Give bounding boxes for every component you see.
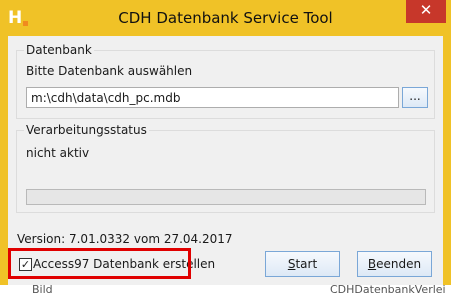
exit-label-rest: eenden [376,257,422,271]
processing-status-group: Verarbeitungsstatus nicht aktiv [16,123,435,213]
start-label-rest: tart [295,257,318,271]
title-bar[interactable]: H CDH Datenbank Service Tool ✕ [0,0,451,38]
progress-bar [26,189,426,205]
exit-button[interactable]: Beenden [357,251,432,277]
browse-button[interactable]: ... [402,87,428,108]
background-item-file: CDHDatenbankVerlei [330,283,446,296]
status-text: nicht aktiv [26,146,90,160]
exit-mnemonic: B [367,257,377,271]
processing-status-legend: Verarbeitungsstatus [24,123,149,137]
start-button[interactable]: Start [265,251,340,277]
close-button[interactable]: ✕ [406,0,446,23]
window-title: CDH Datenbank Service Tool [118,9,333,27]
version-label: Version: 7.01.0332 vom 27.04.2017 [17,232,233,246]
database-path-input[interactable] [26,87,399,108]
database-group: Datenbank Bitte Datenbank auswählen ... [16,43,435,119]
checkbox-highlight-frame [8,248,191,279]
service-tool-window: H CDH Datenbank Service Tool ✕ Datenbank… [0,0,451,285]
database-prompt: Bitte Datenbank auswählen [26,64,193,78]
background-item-bild: Bild [32,283,53,296]
database-group-legend: Datenbank [24,43,94,57]
